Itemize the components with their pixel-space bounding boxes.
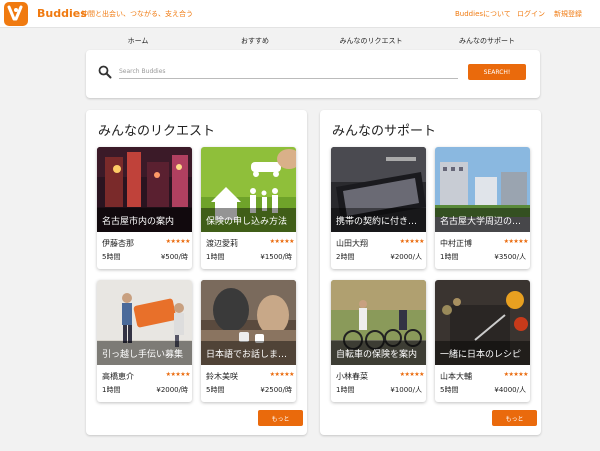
rating-stars: ★★★★★ xyxy=(269,371,295,378)
requests-panel: みんなのリクエスト 名古屋市内の案内 伊藤杏那 ★★★★★ 5時間 ¥500/時 xyxy=(86,110,307,435)
brand-name[interactable]: Buddies xyxy=(37,7,87,20)
support-card[interactable]: 自転車の保険を案内 小林春菜 ★★★★★ 1時間 ¥1000/人 xyxy=(331,280,426,402)
price: ¥2500/時 xyxy=(260,386,292,394)
buddies-logo-icon[interactable] xyxy=(4,2,28,26)
price: ¥2000/人 xyxy=(390,253,422,261)
requests-more-button[interactable]: もっと xyxy=(258,410,303,426)
card-caption: 自転車の保険を案内 xyxy=(331,341,426,365)
card-caption: 日本語でお話しましょう xyxy=(201,341,296,365)
rating-stars: ★★★★★ xyxy=(399,238,425,245)
signup-link[interactable]: 新規登録 xyxy=(554,9,582,19)
card-title: 名古屋大学周辺の案内 xyxy=(440,217,526,227)
support-card[interactable]: 名古屋大学周辺の案内 中村正博 ★★★★★ 1時間 ¥3500/人 xyxy=(435,147,530,269)
price: ¥2000/時 xyxy=(156,386,188,394)
supports-panel: みんなのサポート 携帯の契約に付き添い 山田大翔 ★★★★★ 2時間 ¥2000… xyxy=(320,110,541,435)
user-name: 渡辺愛莉 xyxy=(206,239,238,248)
rating-stars: ★★★★★ xyxy=(503,371,529,378)
request-card[interactable]: 保険の申し込み方法 渡辺愛莉 ★★★★★ 1時間 ¥1500/時 xyxy=(201,147,296,269)
request-card[interactable]: 引っ越し手伝い募集 高橋恵介 ★★★★★ 1時間 ¥2000/時 xyxy=(97,280,192,402)
card-title: 名古屋市内の案内 xyxy=(102,217,175,227)
nav-requests[interactable]: みんなのリクエスト xyxy=(340,36,403,46)
request-card[interactable]: 日本語でお話しましょう 鈴木美咲 ★★★★★ 5時間 ¥2500/時 xyxy=(201,280,296,402)
price: ¥3500/人 xyxy=(494,253,526,261)
search-input[interactable] xyxy=(119,64,458,79)
user-name: 小林春菜 xyxy=(336,372,368,381)
price: ¥500/時 xyxy=(160,253,188,261)
rating-stars: ★★★★★ xyxy=(165,371,191,378)
requests-title: みんなのリクエスト xyxy=(98,124,216,139)
user-name: 鈴木美咲 xyxy=(206,372,238,381)
user-name: 高橋恵介 xyxy=(102,372,134,381)
card-title: 日本語でお話しましょう xyxy=(206,350,292,360)
rating-stars: ★★★★★ xyxy=(503,238,529,245)
request-card[interactable]: 名古屋市内の案内 伊藤杏那 ★★★★★ 5時間 ¥500/時 xyxy=(97,147,192,269)
main-nav: ホーム おすすめ みんなのリクエスト みんなのサポート xyxy=(0,28,600,50)
duration: 5時間 xyxy=(102,253,121,261)
card-caption: 引っ越し手伝い募集 xyxy=(97,341,192,365)
nav-supports[interactable]: みんなのサポート xyxy=(459,36,515,46)
rating-stars: ★★★★★ xyxy=(399,371,425,378)
card-title: 保険の申し込み方法 xyxy=(206,217,288,227)
duration: 1時間 xyxy=(440,253,459,261)
user-name: 山本大輔 xyxy=(440,372,472,381)
rating-stars: ★★★★★ xyxy=(269,238,295,245)
nav-home[interactable]: ホーム xyxy=(128,36,149,46)
duration: 2時間 xyxy=(336,253,355,261)
duration: 1時間 xyxy=(336,386,355,394)
support-card[interactable]: 一緒に日本のレシピ 山本大輔 ★★★★★ 5時間 ¥4000/人 xyxy=(435,280,530,402)
top-bar: Buddies 仲間と出会い、つながる、支え合う Buddiesについて ログイ… xyxy=(0,0,600,28)
card-caption: 名古屋市内の案内 xyxy=(97,208,192,232)
duration: 1時間 xyxy=(102,386,121,394)
support-card[interactable]: 携帯の契約に付き添い 山田大翔 ★★★★★ 2時間 ¥2000/人 xyxy=(331,147,426,269)
user-name: 伊藤杏那 xyxy=(102,239,134,248)
user-name: 中村正博 xyxy=(440,239,472,248)
price: ¥1000/人 xyxy=(390,386,422,394)
price: ¥4000/人 xyxy=(494,386,526,394)
search-button[interactable]: SEARCH! xyxy=(468,64,526,80)
duration: 1時間 xyxy=(206,253,225,261)
card-caption: 名古屋大学周辺の案内 xyxy=(435,208,530,232)
supports-more-button[interactable]: もっと xyxy=(492,410,537,426)
supports-title: みんなのサポート xyxy=(332,124,437,139)
duration: 5時間 xyxy=(206,386,225,394)
card-title: 一緒に日本のレシピ xyxy=(440,350,522,360)
card-caption: 携帯の契約に付き添い xyxy=(331,208,426,232)
price: ¥1500/時 xyxy=(260,253,292,261)
duration: 5時間 xyxy=(440,386,459,394)
about-link[interactable]: Buddiesについて xyxy=(455,9,511,19)
search-card: SEARCH! xyxy=(86,50,540,98)
user-name: 山田大翔 xyxy=(336,239,368,248)
rating-stars: ★★★★★ xyxy=(165,238,191,245)
search-icon xyxy=(98,65,112,79)
tagline: 仲間と出会い、つながる、支え合う xyxy=(81,10,193,18)
card-caption: 保険の申し込み方法 xyxy=(201,208,296,232)
card-caption: 一緒に日本のレシピ xyxy=(435,341,530,365)
card-title: 自転車の保険を案内 xyxy=(336,350,418,360)
card-title: 引っ越し手伝い募集 xyxy=(102,350,184,360)
nav-recommended[interactable]: おすすめ xyxy=(241,36,269,46)
login-link[interactable]: ログイン xyxy=(517,9,545,19)
card-title: 携帯の契約に付き添い xyxy=(336,217,422,227)
